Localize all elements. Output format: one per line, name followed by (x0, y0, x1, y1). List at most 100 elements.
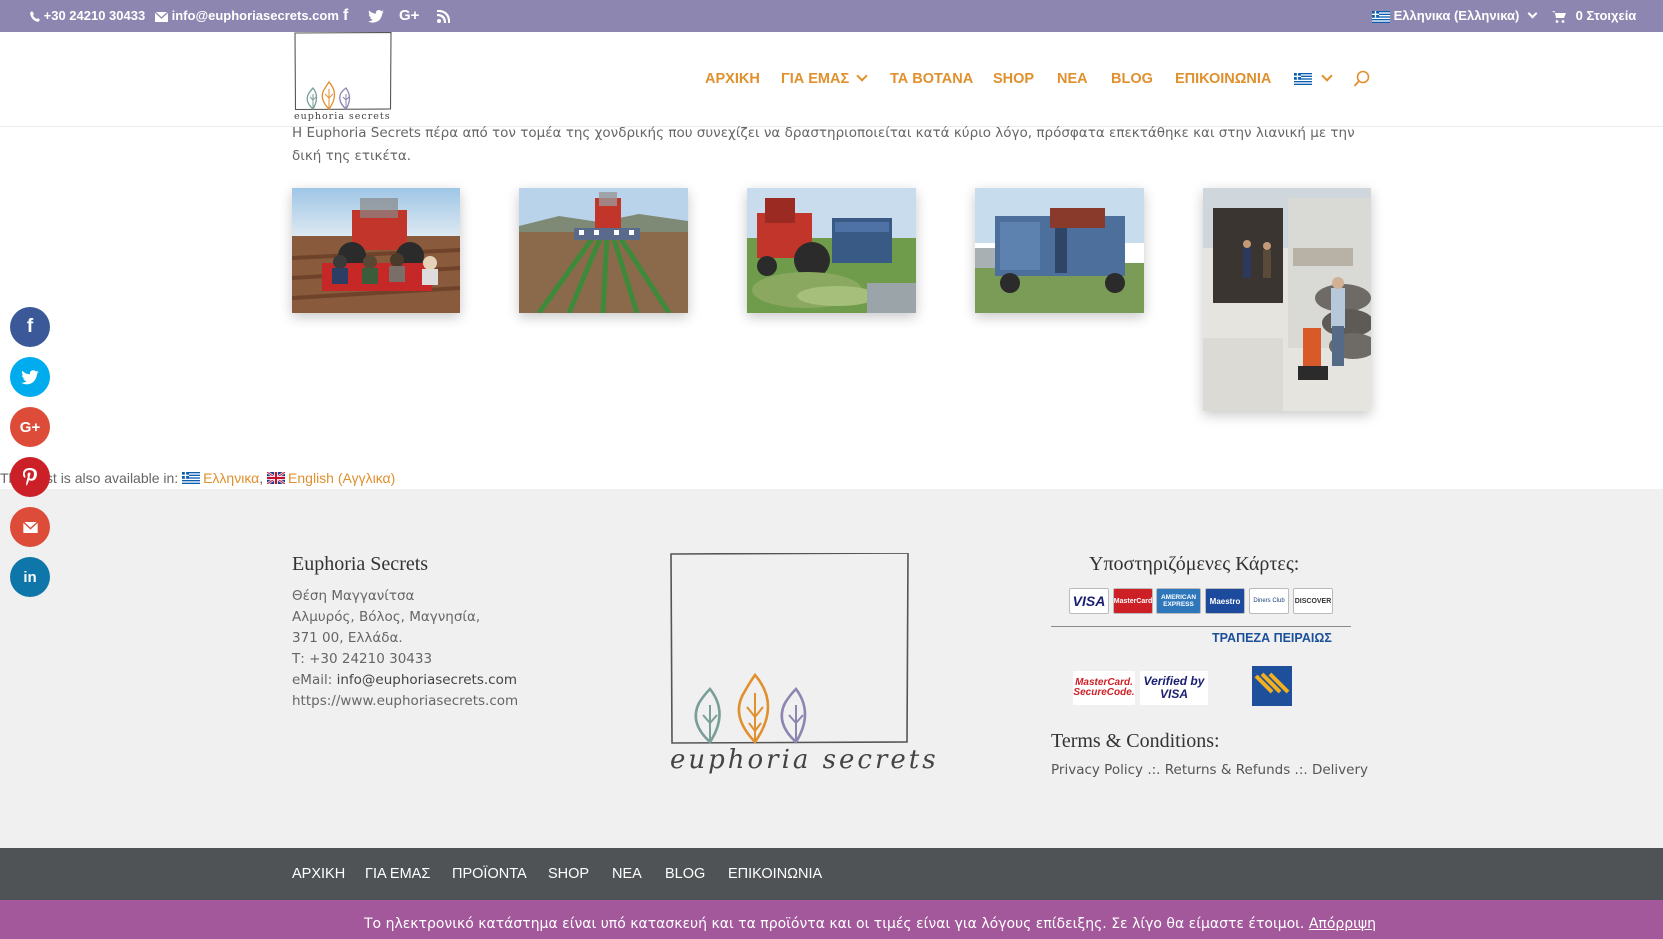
securecode-text: MasterCard. SecureCode. (1073, 677, 1135, 698)
site-header: euphoria secrets ΑΡΧΙΚΗ ΓΙΑ ΕΜΑΣ ΤΑ ΒΟΤΑ… (0, 31, 1663, 126)
nav-about-label: ΓΙΑ ΕΜΑΣ (781, 71, 850, 87)
language-link-english-label: English (Αγγλικα) (288, 470, 396, 486)
store-notice-bar: Το ηλεκτρονικό κατάστημα είναι υπό κατασ… (0, 900, 1663, 939)
bottom-nav-products[interactable]: ΠΡΟΪΟΝΤΑ (452, 863, 527, 885)
top-email[interactable]: info@euphoriasecrets.com (154, 0, 339, 32)
harvest-machine-photo (975, 188, 1144, 313)
top-cart-text: 0 Στοιχεία (1575, 8, 1637, 23)
privacy-policy-link[interactable]: Privacy Policy (1051, 762, 1143, 778)
top-language-text: Ελληνικα (Ελληνικα) (1393, 8, 1520, 23)
share-pinterest-button[interactable] (10, 457, 50, 497)
diners-card-logo: Diners Club (1249, 588, 1289, 614)
nav-herbs-label: ΤΑ ΒΟΤΑΝΑ (890, 71, 974, 87)
nav-home[interactable]: ΑΡΧΙΚΗ (705, 68, 760, 90)
nav-news[interactable]: ΝΕΑ (1057, 68, 1088, 90)
nav-herbs[interactable]: ΤΑ ΒΟΤΑΝΑ (890, 68, 973, 90)
nav-language[interactable] (1294, 68, 1333, 90)
bottom-nav-home[interactable]: ΑΡΧΙΚΗ (292, 863, 345, 885)
truck-loading-forklift-photo (1203, 188, 1371, 411)
language-availability: This post is also available in: Ελληνικα… (0, 467, 395, 489)
language-link-greek[interactable]: Ελληνικα (182, 470, 259, 486)
footer-address-line3: 371 00, Ελλάδα. (292, 630, 403, 646)
footer-terms-title: Terms & Conditions: (1051, 730, 1220, 752)
tractor-planting-photo (292, 188, 460, 313)
header-logo-text: euphoria secrets (294, 111, 391, 122)
mastercard-securecode-logo: MasterCard. SecureCode. (1073, 671, 1135, 705)
pinterest-icon (23, 468, 37, 486)
bottom-nav-blog[interactable]: BLOG (665, 863, 705, 885)
top-googleplus-link[interactable]: G+ (399, 0, 419, 32)
footer-website-link[interactable]: https://www.euphoriasecrets.com (292, 691, 518, 712)
availability-separator: , (259, 470, 264, 486)
search-button[interactable] (1353, 70, 1371, 92)
dismiss-notice-link[interactable]: Απόρριψη (1309, 916, 1376, 932)
footer-address-line2: Αλμυρός, Βόλος, Μαγνησία, (292, 609, 481, 625)
top-phone[interactable]: +30 24210 30433 (30, 0, 145, 32)
returns-refunds-link[interactable]: Returns & Refunds (1165, 762, 1291, 778)
top-rss-link[interactable] (436, 0, 451, 32)
nav-about[interactable]: ΓΙΑ ΕΜΑΣ (781, 68, 868, 90)
delivery-link[interactable]: Delivery (1312, 762, 1368, 778)
footer-company-title: Euphoria Secrets (292, 553, 429, 575)
top-language-switcher[interactable]: Ελληνικα (Ελληνικα) (1372, 0, 1538, 32)
nav-shop-label: SHOP (993, 71, 1035, 87)
share-linkedin-button[interactable]: in (10, 557, 50, 597)
share-email-button[interactable] (10, 507, 50, 547)
top-email-text: info@euphoriasecrets.com (171, 8, 339, 23)
mastercard-logo: MasterCard (1113, 588, 1153, 614)
discover-card-logo: DISCOVER (1293, 588, 1333, 614)
language-link-english[interactable]: English (Αγγλικα) (267, 470, 395, 486)
intro-paragraph: Η Euphoria Secrets πέρα από τον τομέα τη… (292, 125, 1355, 164)
twitter-icon (368, 10, 384, 23)
share-facebook-button[interactable]: f (10, 307, 50, 347)
share-googleplus-button[interactable]: G+ (10, 407, 50, 447)
bottom-nav-about[interactable]: ΓΙΑ ΕΜΑΣ (365, 863, 430, 885)
mastercard-text: MasterCard (1113, 597, 1153, 605)
gallery-image-2[interactable] (519, 188, 688, 313)
googleplus-icon: G+ (19, 418, 41, 436)
tractor-field-rows-photo (519, 188, 688, 313)
visa-card-text: VISA (1072, 593, 1106, 609)
footer-email-label: eMail: (292, 672, 333, 688)
top-facebook-link[interactable]: f (343, 0, 348, 32)
envelope-icon (22, 521, 38, 533)
nav-blog-label: BLOG (1111, 71, 1153, 87)
top-cart[interactable]: 0 Στοιχεία (1552, 0, 1636, 32)
nav-shop[interactable]: SHOP (993, 68, 1034, 90)
top-twitter-link[interactable] (368, 0, 384, 32)
piraeus-bank-logo (1252, 666, 1292, 706)
language-link-greek-label: Ελληνικα (203, 470, 260, 486)
nav-blog[interactable]: BLOG (1111, 68, 1153, 90)
facebook-icon: f (343, 7, 349, 24)
red-tractor-harvest-photo (747, 188, 916, 313)
chevron-down-icon (1527, 8, 1538, 19)
gallery-image-4[interactable] (975, 188, 1144, 313)
footer-email-row: eMail: info@euphoriasecrets.com (292, 670, 517, 691)
gallery-image-3[interactable] (747, 188, 916, 313)
nav-news-label: ΝΕΑ (1057, 71, 1088, 87)
gallery-image-1[interactable] (292, 188, 460, 313)
nav-contact-label: ΕΠΙΚΟΙΝΩΝΙΑ (1175, 71, 1272, 87)
piraeus-bank-label: ΤΡΑΠΕΖΑ ΠΕΙΡΑΙΩΣ (1212, 631, 1332, 645)
rss-icon (436, 9, 451, 24)
nav-contact[interactable]: ΕΠΙΚΟΙΝΩΝΙΑ (1175, 68, 1271, 90)
googleplus-icon: G+ (399, 7, 420, 24)
cart-icon (1552, 10, 1566, 23)
store-notice-message: Το ηλεκτρονικό κατάστημα είναι υπό κατασ… (364, 916, 1305, 932)
chevron-down-icon (1321, 70, 1333, 82)
twitter-icon (21, 369, 39, 384)
verified-by-visa-logo: Verified by VISA (1140, 671, 1208, 705)
bottom-nav-contact[interactable]: ΕΠΙΚΟΙΝΩΝΙΑ (728, 863, 822, 885)
maestro-card-logo: Maestro (1205, 588, 1245, 614)
facebook-icon: f (26, 316, 34, 337)
cards-divider (1051, 626, 1351, 627)
piraeus-bank-icon (1254, 672, 1290, 694)
verified-by-visa-text: Verified by VISA (1143, 674, 1205, 701)
bottom-nav-shop[interactable]: SHOP (548, 863, 589, 885)
bottom-nav-news[interactable]: ΝΕΑ (612, 863, 642, 885)
site-logo[interactable]: euphoria secrets (293, 31, 393, 124)
gallery-image-5[interactable] (1203, 188, 1371, 411)
footer-email-link[interactable]: info@euphoriasecrets.com (337, 672, 517, 688)
share-twitter-button[interactable] (10, 357, 50, 397)
footer-logo-text: euphoria secrets (670, 745, 939, 775)
